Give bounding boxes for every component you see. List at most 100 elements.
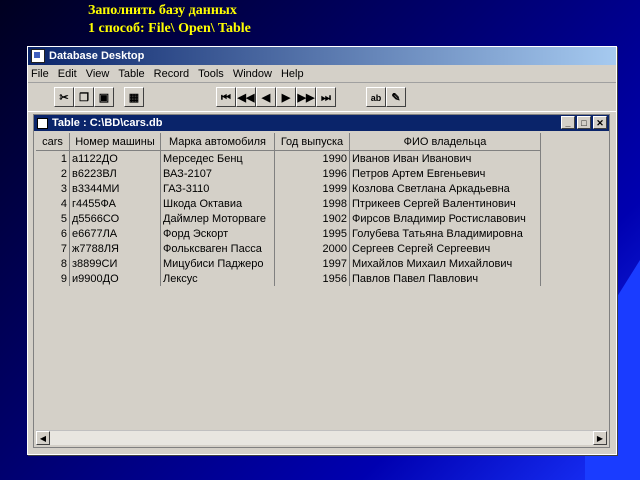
next-record-icon[interactable]: ▶	[276, 87, 296, 107]
cell-cars[interactable]: 4	[36, 196, 70, 211]
prev-set-icon[interactable]: ◀◀	[236, 87, 256, 107]
cell-year[interactable]: 2000	[274, 241, 350, 256]
cell-owner[interactable]: Петров Артем Евгеньевич	[349, 166, 541, 181]
cell-owner[interactable]: Козлова Светлана Аркадьевна	[349, 181, 541, 196]
cell-number[interactable]: а1122ДО	[69, 150, 161, 166]
grid-icon[interactable]: ▦	[124, 87, 144, 107]
edit-data-icon[interactable]: ✎	[386, 87, 406, 107]
cell-brand[interactable]: Мерседес Бенц	[160, 150, 275, 166]
cell-cars[interactable]: 8	[36, 256, 70, 271]
table-row[interactable]: 6 е6677ЛА Форд Эскорт 1995 Голубева Тать…	[36, 226, 541, 241]
close-icon[interactable]: ✕	[593, 116, 607, 129]
cell-cars[interactable]: 5	[36, 211, 70, 226]
cell-owner[interactable]: Фирсов Владимир Ростиславович	[349, 211, 541, 226]
menu-view[interactable]: View	[86, 68, 110, 80]
menu-edit[interactable]: Edit	[58, 68, 77, 80]
scroll-left-icon[interactable]: ◀	[36, 431, 50, 445]
menu-table[interactable]: Table	[118, 68, 144, 80]
scissors-icon[interactable]: ✂	[54, 87, 74, 107]
table-row[interactable]: 9 и9900ДО Лексус 1956 Павлов Павел Павло…	[36, 271, 541, 286]
cell-cars[interactable]: 7	[36, 241, 70, 256]
cell-year[interactable]: 1997	[274, 256, 350, 271]
col-header-owner[interactable]: ФИО владельца	[349, 133, 541, 151]
cell-owner[interactable]: Сергеев Сергей Сергеевич	[349, 241, 541, 256]
table-row[interactable]: 2 в6223ВЛ ВАЗ-2107 1996 Петров Артем Евг…	[36, 166, 541, 181]
slide-title-line2: 1 способ: File\ Open\ Table	[88, 21, 251, 36]
cell-number[interactable]: д5566СО	[69, 211, 161, 226]
cell-cars[interactable]: 9	[36, 271, 70, 286]
menu-file[interactable]: File	[31, 68, 49, 80]
table-icon	[37, 117, 48, 129]
cell-brand[interactable]: ГАЗ-3110	[160, 181, 275, 196]
cell-year[interactable]: 1996	[274, 166, 350, 181]
menu-help[interactable]: Help	[281, 68, 304, 80]
table-window-title: Table : C:\BD\cars.db	[52, 117, 163, 129]
menubar: File Edit View Table Record Tools Window…	[28, 65, 616, 83]
cell-number[interactable]: г4455ФА	[69, 196, 161, 211]
cell-number[interactable]: и9900ДО	[69, 271, 161, 286]
cell-cars[interactable]: 3	[36, 181, 70, 196]
prev-record-icon[interactable]: ◀	[256, 87, 276, 107]
cell-brand[interactable]: Форд Эскорт	[160, 226, 275, 241]
cell-number[interactable]: е6677ЛА	[69, 226, 161, 241]
cell-cars[interactable]: 1	[36, 150, 70, 166]
col-header-brand[interactable]: Марка автомобиля	[160, 133, 275, 151]
last-record-icon[interactable]: ⏭	[316, 87, 336, 107]
cell-owner[interactable]: Голубева Татьяна Владимировна	[349, 226, 541, 241]
table-window: Table : C:\BD\cars.db _ □ ✕ cars Номер м…	[33, 114, 610, 448]
cell-number[interactable]: в6223ВЛ	[69, 166, 161, 181]
cell-number[interactable]: в3344МИ	[69, 181, 161, 196]
field-view-icon[interactable]: ab	[366, 87, 386, 107]
toolbar: ✂ ❐ ▣ ▦ ⏮ ◀◀ ◀ ▶ ▶▶ ⏭ ab ✎	[28, 83, 616, 112]
cell-number[interactable]: з8899СИ	[69, 256, 161, 271]
cell-brand[interactable]: Шкода Октавиа	[160, 196, 275, 211]
cell-owner[interactable]: Павлов Павел Павлович	[349, 271, 541, 286]
menu-window[interactable]: Window	[233, 68, 272, 80]
paste-icon[interactable]: ▣	[94, 87, 114, 107]
cell-cars[interactable]: 6	[36, 226, 70, 241]
cell-cars[interactable]: 2	[36, 166, 70, 181]
table-row[interactable]: 5 д5566СО Даймлер Моторваге 1902 Фирсов …	[36, 211, 541, 226]
app-icon	[31, 49, 45, 63]
app-title: Database Desktop	[49, 50, 145, 62]
cell-year[interactable]: 1956	[274, 271, 350, 286]
menu-record[interactable]: Record	[154, 68, 189, 80]
copy-icon[interactable]: ❐	[74, 87, 94, 107]
slide-title: Заполнить базу данных 1 способ: File\ Op…	[88, 2, 251, 38]
table-row[interactable]: 4 г4455ФА Шкода Октавиа 1998 Птрикеев Се…	[36, 196, 541, 211]
cell-brand[interactable]: Мицубиси Паджеро	[160, 256, 275, 271]
cell-owner[interactable]: Птрикеев Сергей Валентинович	[349, 196, 541, 211]
cell-year[interactable]: 1999	[274, 181, 350, 196]
cell-owner[interactable]: Иванов Иван Иванович	[349, 150, 541, 166]
menu-tools[interactable]: Tools	[198, 68, 224, 80]
cell-year[interactable]: 1995	[274, 226, 350, 241]
col-header-number[interactable]: Номер машины	[69, 133, 161, 151]
cell-number[interactable]: ж7788ЛЯ	[69, 241, 161, 256]
table-window-titlebar: Table : C:\BD\cars.db _ □ ✕	[34, 115, 609, 131]
col-header-year[interactable]: Год выпуска	[274, 133, 350, 151]
cell-brand[interactable]: Даймлер Моторваге	[160, 211, 275, 226]
cell-brand[interactable]: Фольксваген Пасса	[160, 241, 275, 256]
cell-year[interactable]: 1902	[274, 211, 350, 226]
app-titlebar: Database Desktop	[28, 47, 616, 65]
maximize-icon[interactable]: □	[577, 116, 591, 129]
table-row[interactable]: 8 з8899СИ Мицубиси Паджеро 1997 Михайлов…	[36, 256, 541, 271]
cell-brand[interactable]: ВАЗ-2107	[160, 166, 275, 181]
first-record-icon[interactable]: ⏮	[216, 87, 236, 107]
table-row[interactable]: 3 в3344МИ ГАЗ-3110 1999 Козлова Светлана…	[36, 181, 541, 196]
table-row[interactable]: 1 а1122ДО Мерседес Бенц 1990 Иванов Иван…	[36, 150, 541, 166]
cell-brand[interactable]: Лексус	[160, 271, 275, 286]
minimize-icon[interactable]: _	[561, 116, 575, 129]
scroll-right-icon[interactable]: ▶	[593, 431, 607, 445]
cell-owner[interactable]: Михайлов Михаил Михайлович	[349, 256, 541, 271]
database-desktop-window: Database Desktop File Edit View Table Re…	[27, 46, 617, 455]
slide-title-line1: Заполнить базу данных	[88, 3, 237, 18]
table-header-row: cars Номер машины Марка автомобиля Год в…	[36, 133, 541, 151]
col-header-cars[interactable]: cars	[36, 133, 70, 151]
cell-year[interactable]: 1998	[274, 196, 350, 211]
next-set-icon[interactable]: ▶▶	[296, 87, 316, 107]
cell-year[interactable]: 1990	[274, 150, 350, 166]
table-row[interactable]: 7 ж7788ЛЯ Фольксваген Пасса 2000 Сергеев…	[36, 241, 541, 256]
horizontal-scrollbar[interactable]: ◀ ▶	[36, 430, 607, 445]
data-grid: cars Номер машины Марка автомобиля Год в…	[36, 133, 607, 429]
